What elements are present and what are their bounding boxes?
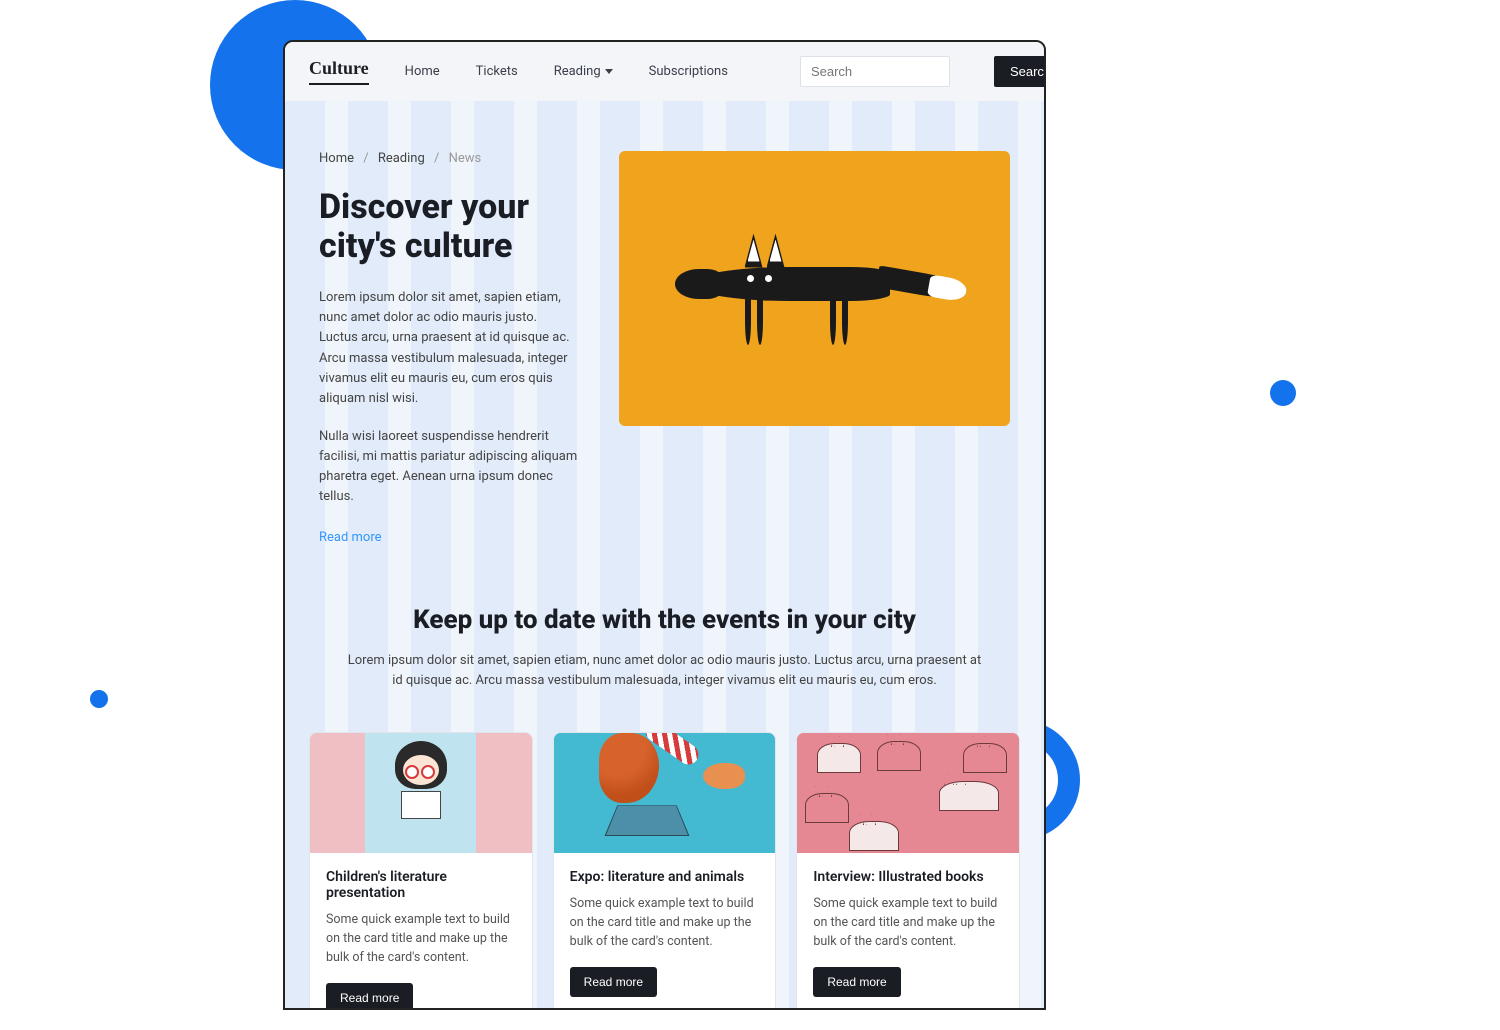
card-title: Expo: literature and animals (570, 869, 760, 885)
hero-paragraph-1: Lorem ipsum dolor sit amet, sapien etiam… (319, 288, 579, 409)
events-subtitle: Lorem ipsum dolor sit amet, sapien etiam… (345, 651, 984, 693)
hero-read-more-link[interactable]: Read more (319, 530, 382, 545)
events-title: Keep up to date with the events in your … (345, 605, 984, 635)
card-title: Children's literature presentation (326, 869, 516, 901)
nav-reading-label: Reading (554, 64, 601, 79)
breadcrumb-home[interactable]: Home (319, 151, 354, 166)
card-illustration (554, 733, 776, 853)
card-read-more-button[interactable]: Read more (326, 983, 413, 1010)
caret-down-icon (605, 69, 613, 74)
card-text: Some quick example text to build on the … (570, 895, 760, 951)
search-button[interactable]: Search (994, 56, 1046, 87)
nav-reading-dropdown[interactable]: Reading (554, 64, 613, 79)
page-frame: Culture Home Tickets Reading Subscriptio… (283, 40, 1046, 1010)
breadcrumb-reading[interactable]: Reading (378, 151, 425, 166)
card-illustration (310, 733, 532, 853)
breadcrumb: Home / Reading / News (319, 151, 579, 166)
card-text: Some quick example text to build on the … (813, 895, 1003, 951)
event-card: Children's literature presentation Some … (309, 732, 533, 1010)
breadcrumb-separator: / (434, 151, 439, 166)
card-read-more-button[interactable]: Read more (813, 967, 900, 997)
cards-row: Children's literature presentation Some … (285, 732, 1044, 1010)
decorative-circle (1270, 380, 1296, 406)
brand-logo[interactable]: Culture (309, 58, 369, 85)
card-text: Some quick example text to build on the … (326, 911, 516, 967)
event-card: Interview: Illustrated books Some quick … (796, 732, 1020, 1010)
card-read-more-button[interactable]: Read more (570, 967, 657, 997)
fox-illustration (655, 229, 975, 349)
hero-title: Discover your city's culture (319, 188, 579, 266)
nav-home[interactable]: Home (405, 64, 440, 79)
breadcrumb-current: News (449, 151, 482, 166)
events-intro: Keep up to date with the events in your … (285, 575, 1044, 733)
card-illustration (797, 733, 1019, 853)
card-title: Interview: Illustrated books (813, 869, 1003, 885)
event-card: Expo: literature and animals Some quick … (553, 732, 777, 1010)
hero-section: Home / Reading / News Discover your city… (285, 101, 1044, 575)
nav-subscriptions[interactable]: Subscriptions (649, 64, 728, 79)
hero-paragraph-2: Nulla wisi laoreet suspendisse hendrerit… (319, 427, 579, 508)
hero-illustration (619, 151, 1010, 426)
nav-tickets[interactable]: Tickets (476, 64, 518, 79)
navbar: Culture Home Tickets Reading Subscriptio… (285, 42, 1044, 101)
breadcrumb-separator: / (363, 151, 368, 166)
decorative-circle (90, 690, 108, 708)
search-input[interactable] (800, 56, 950, 87)
